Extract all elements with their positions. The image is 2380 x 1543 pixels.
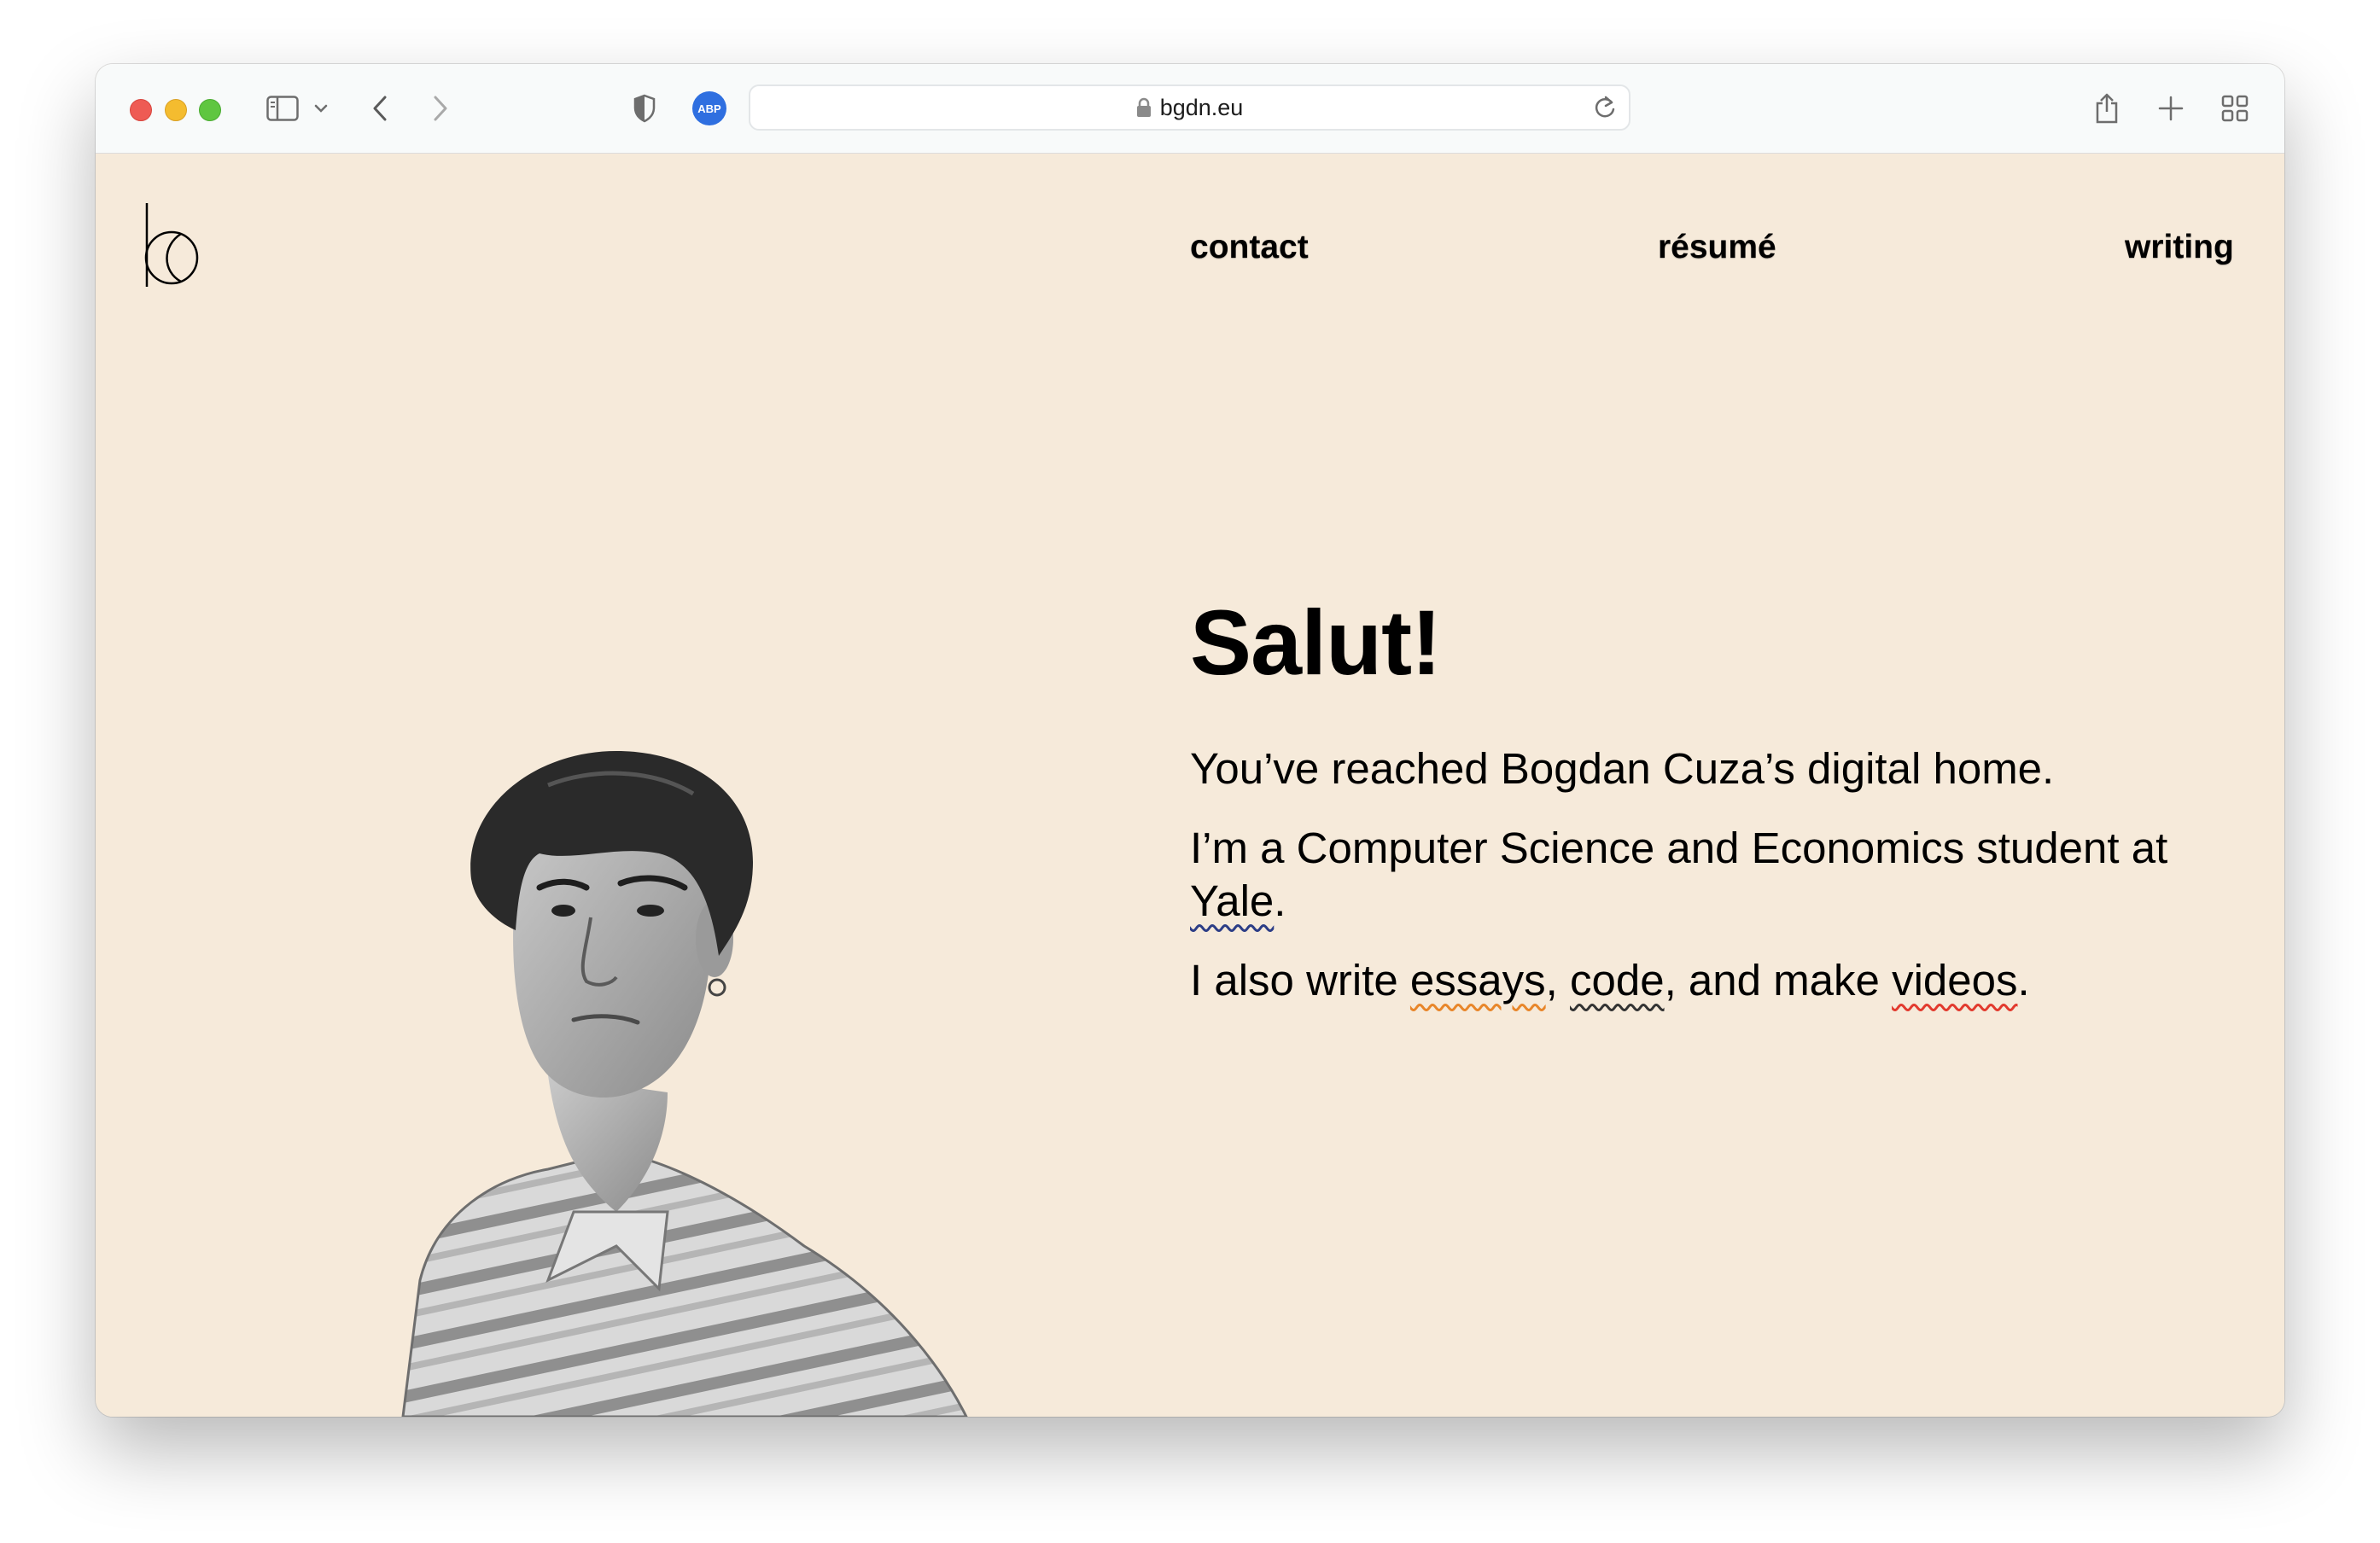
logo-b-mark — [144, 203, 199, 287]
adblock-extension-icon[interactable]: ABP — [691, 90, 728, 127]
study-line-period: . — [1274, 876, 1286, 925]
portrait-photo — [401, 751, 968, 1417]
site-logo[interactable] — [143, 201, 208, 294]
url-text: bgdn.eu — [1159, 94, 1244, 120]
sidebar-toggle-icon[interactable] — [263, 90, 302, 127]
svg-text:ABP: ABP — [697, 102, 721, 115]
tab-overview-icon[interactable] — [2220, 90, 2250, 127]
share-icon[interactable] — [2091, 90, 2122, 127]
nav-resume-link[interactable]: résumé — [1658, 229, 1776, 266]
intro-line: You’ve reached Bogdan Cuza’s digital hom… — [1190, 744, 2055, 793]
forward-arrow-icon[interactable] — [428, 90, 453, 127]
study-line: I’m a Computer Science and Economics stu… — [1190, 822, 2249, 928]
hero-title: Salut! — [1190, 591, 1442, 694]
code-link[interactable]: code — [1570, 956, 1665, 1004]
minimize-window-button[interactable] — [165, 99, 187, 121]
new-tab-plus-icon[interactable] — [2156, 90, 2185, 127]
browser-window: ABP bgdn.eu contact résumé writing Salut… — [96, 64, 2284, 1417]
essays-link[interactable]: essays — [1410, 956, 1546, 1004]
nav-contact-link[interactable]: contact — [1190, 229, 1309, 266]
videos-link[interactable]: videos — [1892, 956, 2017, 1004]
activities-sep-2: , and make — [1664, 956, 1893, 1004]
close-window-button[interactable] — [130, 99, 152, 121]
privacy-shield-icon[interactable] — [630, 90, 659, 127]
chevron-down-icon[interactable] — [311, 90, 331, 127]
address-bar[interactable]: bgdn.eu — [749, 84, 1630, 131]
activities-line: I also write essays, code, and make vide… — [1190, 954, 2249, 1007]
web-page: contact résumé writing Salut! You’ve rea… — [96, 154, 2284, 1417]
browser-toolbar: ABP bgdn.eu — [96, 64, 2284, 154]
back-arrow-icon[interactable] — [367, 90, 393, 127]
reload-icon[interactable] — [1593, 95, 1617, 125]
activities-line-text: I also write — [1190, 956, 1410, 1004]
maximize-window-button[interactable] — [199, 99, 221, 121]
activities-period: . — [2017, 956, 2030, 1004]
nav-writing-link[interactable]: writing — [2125, 229, 2234, 266]
study-line-text: I’m a Computer Science and Economics stu… — [1190, 824, 2168, 872]
activities-sep-1: , — [1545, 956, 1570, 1004]
yale-link[interactable]: Yale — [1190, 876, 1274, 925]
lock-icon — [1136, 97, 1152, 118]
